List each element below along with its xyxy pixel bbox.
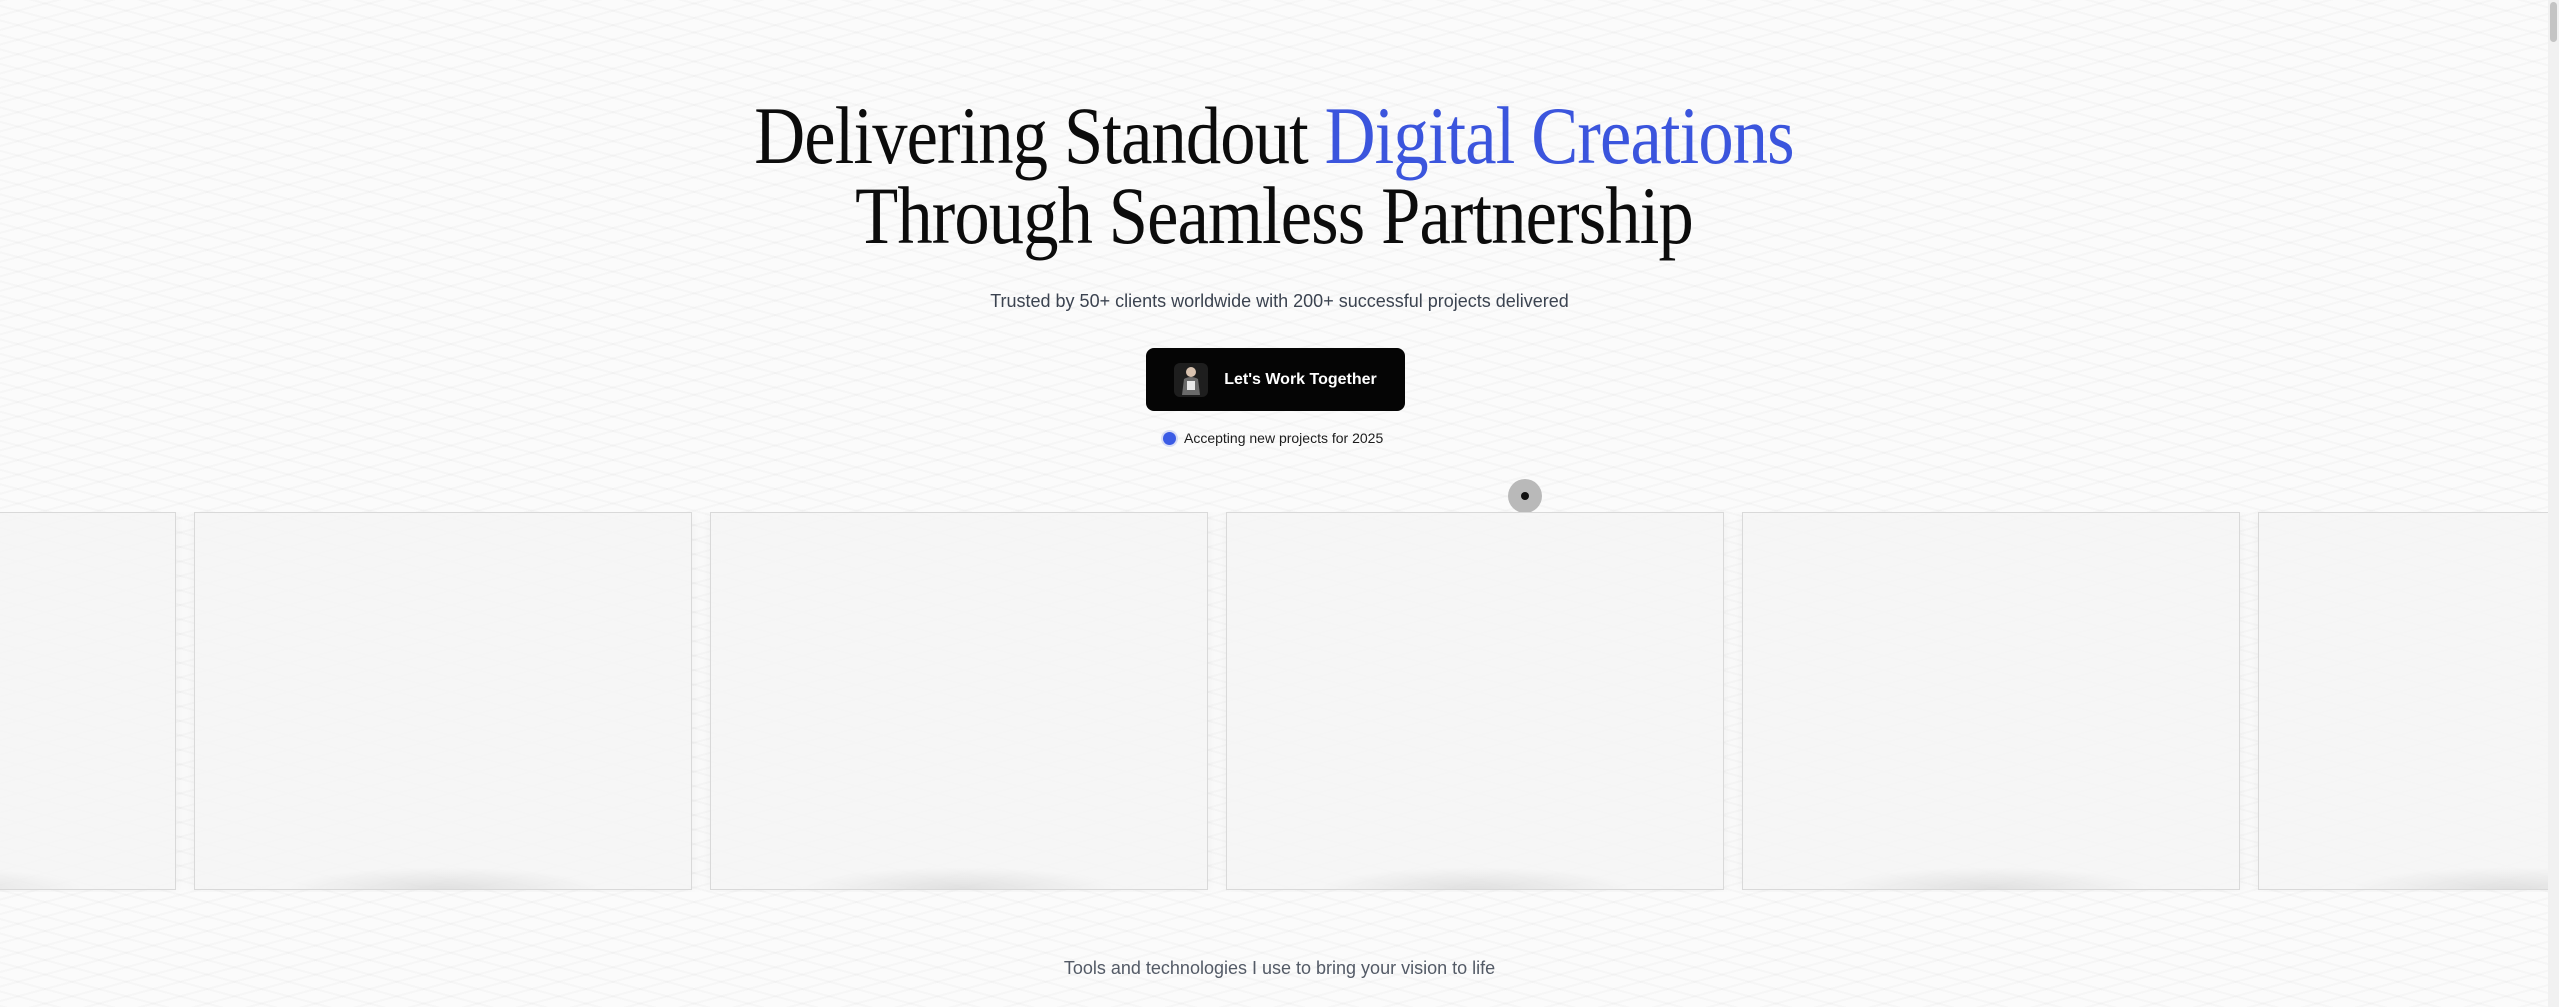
project-card[interactable] [2258, 512, 2548, 890]
headline-line-1: Delivering Standout Digital Creations [178, 95, 2369, 177]
scrollbar-thumb[interactable] [2550, 2, 2557, 42]
avatar-image-icon [1174, 362, 1209, 397]
work-together-button[interactable]: Let's Work Together [1146, 348, 1405, 411]
status-text: Accepting new projects for 2025 [1184, 430, 1384, 446]
tools-subtitle: Tools and technologies I use to bring yo… [1063, 958, 1496, 978]
headline-part-1: Delivering Standout [754, 90, 1325, 181]
status-dot-icon [1163, 431, 1176, 445]
project-card[interactable] [0, 512, 176, 890]
headline-accent: Digital Creations [1324, 90, 1795, 181]
project-card[interactable] [1742, 512, 2240, 890]
cursor-indicator-icon [1508, 479, 1542, 513]
project-card[interactable] [1226, 512, 1724, 890]
hero-subline: Trusted by 50+ clients worldwide with 20… [990, 291, 1569, 311]
project-carousel[interactable] [0, 512, 2548, 892]
work-together-label: Let's Work Together [1224, 370, 1377, 388]
headline-line-2: Through Seamless Partnership [855, 170, 1694, 261]
hero-headline: Delivering Standout Digital Creations Th… [178, 95, 2369, 261]
project-card[interactable] [194, 512, 692, 890]
availability-status: Accepting new projects for 2025 [1163, 428, 1383, 448]
project-card[interactable] [710, 512, 1208, 890]
page-scrollbar[interactable] [2548, 0, 2559, 1007]
